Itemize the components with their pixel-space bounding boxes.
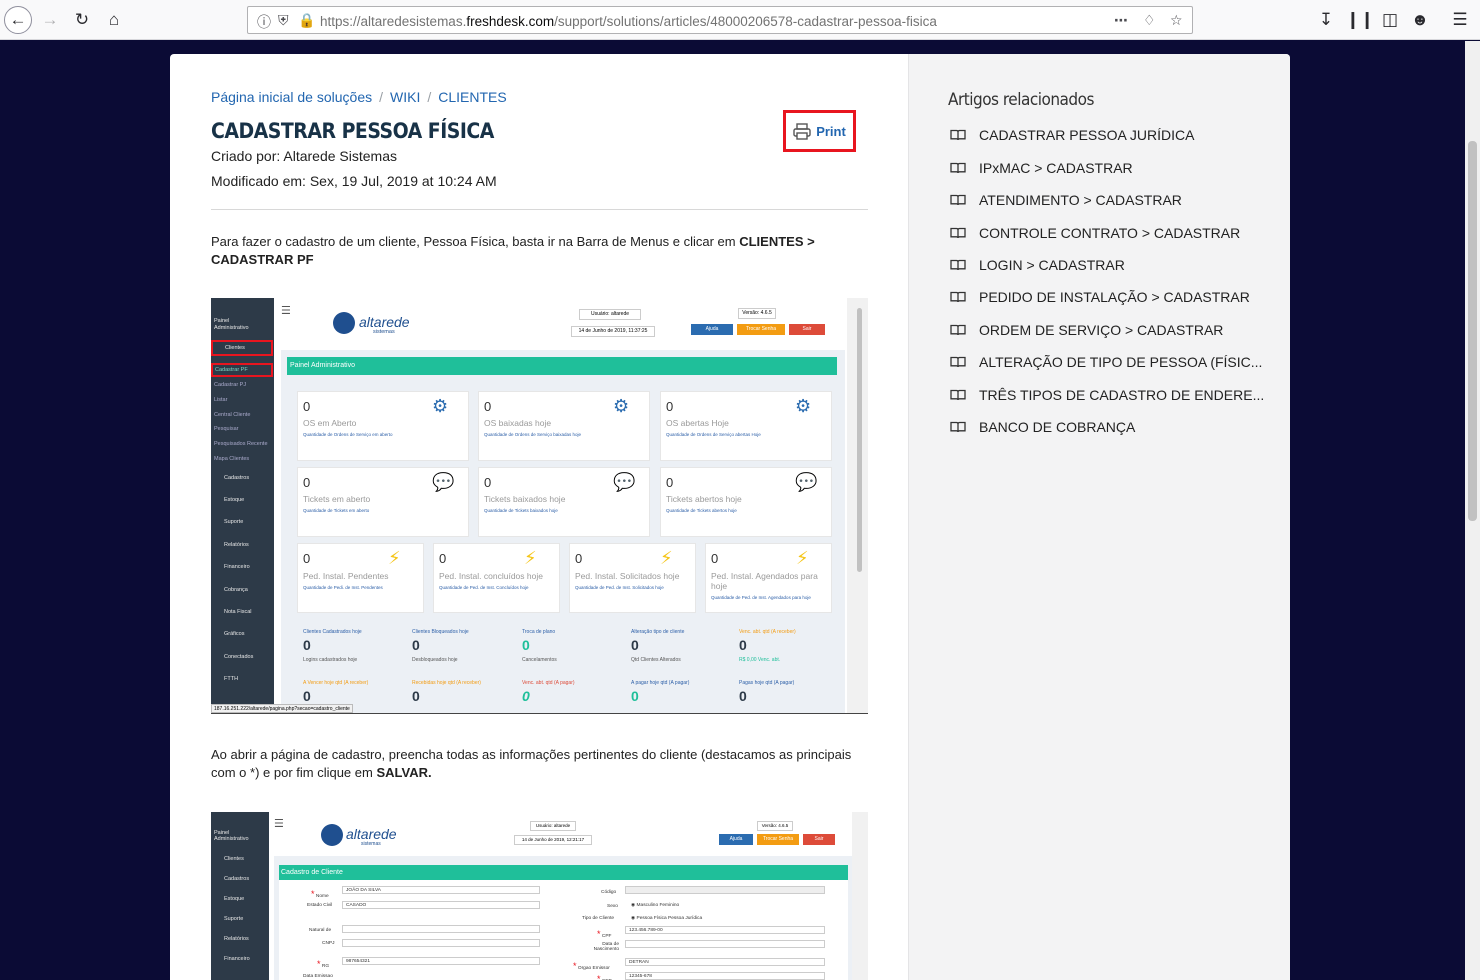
info-icon[interactable]: ⓘ [257, 12, 271, 32]
related-article-link[interactable]: ALTERAÇÃO DE TIPO DE PESSOA (FÍSIC... [950, 354, 1262, 370]
related-article-label: IPxMAC > CADASTRAR [979, 160, 1133, 176]
article-paragraph-2: Ao abrir a página de cadastro, preencha … [211, 747, 852, 780]
article-paragraph-1: Para fazer o cadastro de um cliente, Pes… [211, 234, 815, 267]
related-article-label: CONTROLE CONTRATO > CADASTRAR [979, 225, 1241, 241]
article-modified: Modificado em: Sex, 19 Jul, 2019 at 10:2… [211, 173, 497, 189]
forward-icon[interactable]: → [36, 6, 64, 34]
article-image-dashboard: Painel Administrativo Clientes Cadastrar… [211, 298, 868, 714]
browser-toolbar: ← → ↻ ⌂ ⓘ ⛨ 🔒 https://altaredesistemas.f… [0, 0, 1480, 40]
printer-icon [793, 122, 811, 140]
related-article-label: TRÊS TIPOS DE CADASTRO DE ENDERE... [979, 387, 1265, 403]
pocket-icon[interactable]: ♢ [1143, 12, 1156, 29]
related-article-label: PEDIDO DE INSTALAÇÃO > CADASTRAR [979, 289, 1250, 305]
book-icon [950, 291, 966, 303]
sidebar-toggle-icon[interactable]: ◫ [1376, 6, 1404, 34]
account-icon[interactable]: ☻ [1406, 6, 1434, 34]
related-article-link[interactable]: ORDEM DE SERVIÇO > CADASTRAR [950, 322, 1223, 338]
address-bar[interactable]: ⓘ ⛨ 🔒 https://altaredesistemas.freshdesk… [247, 6, 1193, 34]
breadcrumb: Página inicial de soluções / WIKI / CLIENTES [211, 89, 507, 105]
back-icon[interactable]: ← [4, 6, 32, 34]
title-divider [211, 209, 868, 210]
related-article-link[interactable]: IPxMAC > CADASTRAR [950, 160, 1133, 176]
app-sidebar: Painel Administrativo Clientes Cadastrar… [211, 298, 274, 713]
scrollbar-thumb[interactable] [1468, 141, 1477, 521]
article-image-form: Painel Administrativo Clientes Cadastros… [211, 812, 868, 980]
article-author: Criado por: Altarede Sistemas [211, 148, 397, 164]
article-title: CADASTRAR PESSOA FÍSICA [211, 119, 494, 143]
related-article-link[interactable]: CONTROLE CONTRATO > CADASTRAR [950, 225, 1240, 241]
bookmark-star-icon[interactable]: ☆ [1170, 12, 1183, 29]
book-icon [950, 162, 966, 174]
book-icon [950, 259, 966, 271]
related-article-label: CADASTRAR PESSOA JURÍDICA [979, 127, 1195, 143]
book-icon [950, 324, 966, 336]
book-icon [950, 389, 966, 401]
reload-icon[interactable]: ↻ [68, 6, 96, 34]
related-article-link[interactable]: CADASTRAR PESSOA JURÍDICA [950, 127, 1195, 143]
related-article-link[interactable]: TRÊS TIPOS DE CADASTRO DE ENDERE... [950, 387, 1264, 403]
breadcrumb-home-link[interactable]: Página inicial de soluções [211, 89, 372, 105]
tracking-shield-icon[interactable]: ⛨ [278, 12, 289, 29]
book-icon [950, 227, 966, 239]
breadcrumb-wiki-link[interactable]: WIKI [390, 89, 420, 105]
app-sidebar-2: Painel Administrativo Clientes Cadastros… [211, 812, 269, 980]
menu-icon[interactable]: ☰ [1446, 6, 1474, 34]
print-button[interactable]: Print [783, 110, 856, 152]
related-article-label: ORDEM DE SERVIÇO > CADASTRAR [979, 322, 1224, 338]
print-label: Print [816, 123, 846, 139]
related-article-label: BANCO DE COBRANÇA [979, 419, 1136, 435]
related-article-link[interactable]: BANCO DE COBRANÇA [950, 419, 1135, 435]
related-article-label: ATENDIMENTO > CADASTRAR [979, 192, 1182, 208]
lock-icon: 🔒 [298, 12, 316, 28]
related-heading: Artigos relacionados [948, 90, 1094, 110]
breadcrumb-clientes-link[interactable]: CLIENTES [438, 89, 506, 105]
book-icon [950, 356, 966, 368]
related-article-label: ALTERAÇÃO DE TIPO DE PESSOA (FÍSIC... [979, 354, 1263, 370]
home-icon[interactable]: ⌂ [100, 6, 128, 34]
book-icon [950, 129, 966, 141]
page-scrollbar[interactable] [1465, 41, 1480, 980]
library-icon[interactable]: ❙❙ [1346, 6, 1375, 34]
downloads-icon[interactable]: ↧ [1312, 6, 1340, 34]
related-article-link[interactable]: PEDIDO DE INSTALAÇÃO > CADASTRAR [950, 289, 1250, 305]
url-text: https://altaredesistemas.freshdesk.com/s… [320, 14, 937, 29]
book-icon [950, 421, 966, 433]
related-article-link[interactable]: LOGIN > CADASTRAR [950, 257, 1125, 273]
page-actions-icon[interactable]: ⋯ [1114, 12, 1128, 29]
related-article-link[interactable]: ATENDIMENTO > CADASTRAR [950, 192, 1182, 208]
related-article-label: LOGIN > CADASTRAR [979, 257, 1125, 273]
book-icon [950, 194, 966, 206]
